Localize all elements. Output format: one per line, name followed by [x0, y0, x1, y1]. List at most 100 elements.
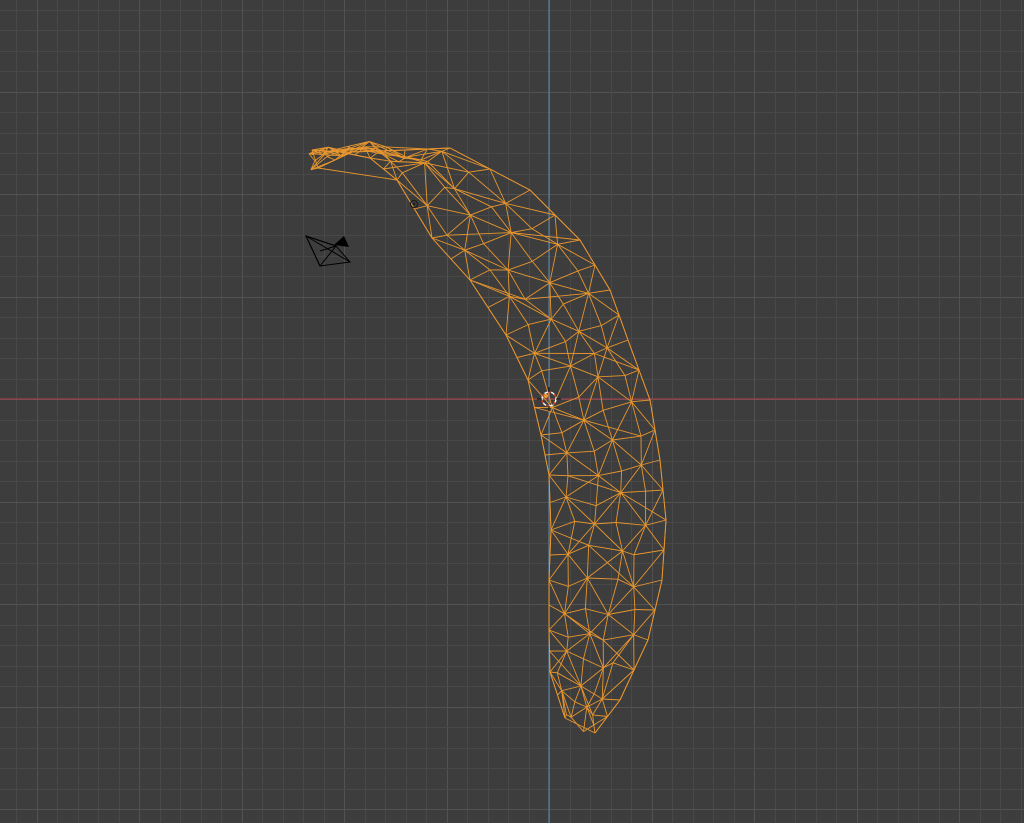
mesh-edge: [593, 724, 596, 734]
mesh-edge: [602, 401, 632, 411]
mesh-edge: [570, 365, 599, 378]
mesh-edge: [566, 452, 599, 476]
mesh-edge: [593, 451, 599, 476]
mesh-edge: [645, 525, 665, 551]
mesh-edge: [426, 205, 448, 236]
mesh-edge: [557, 672, 582, 687]
mesh-edge: [426, 186, 446, 207]
mesh-edge: [606, 347, 626, 376]
mesh-edge: [509, 295, 552, 320]
mesh-edge: [566, 452, 569, 476]
mesh-edge: [606, 314, 620, 349]
mesh-edge: [564, 586, 569, 614]
mesh-edge: [601, 314, 620, 326]
mesh-edge: [469, 279, 526, 300]
mesh-edge: [641, 459, 661, 466]
mesh-edge: [427, 161, 455, 190]
mesh-edge: [622, 524, 646, 552]
mesh-edge: [444, 186, 471, 216]
mesh-edge: [557, 243, 596, 266]
3d-viewport[interactable]: [0, 0, 1024, 823]
mesh-edge: [595, 475, 599, 506]
mesh-edge: [587, 550, 623, 579]
mesh-edge: [549, 282, 552, 320]
mesh-edge: [578, 331, 595, 354]
camera-icon[interactable]: [305, 235, 351, 267]
mesh-edge: [595, 492, 621, 507]
mesh-edge: [620, 490, 646, 494]
mesh-edge: [578, 293, 589, 332]
mesh-edge: [557, 244, 579, 272]
mesh-edge: [597, 347, 608, 377]
mesh-edge: [577, 264, 596, 272]
mesh-edge: [645, 489, 664, 526]
mesh-edge: [505, 324, 529, 336]
mesh-edge: [602, 698, 621, 701]
mesh-edge: [574, 701, 587, 708]
mesh-edge: [516, 352, 535, 358]
mesh-edge: [554, 214, 559, 245]
mesh-edge: [531, 214, 556, 230]
mesh-edge: [611, 439, 623, 472]
mesh-edge: [531, 228, 558, 245]
mesh-edge: [597, 375, 626, 378]
mesh-edge: [548, 452, 568, 476]
mesh-edge: [593, 693, 603, 700]
mesh-edge: [549, 671, 563, 691]
mesh-edge: [612, 634, 635, 664]
mesh-edge: [597, 376, 604, 411]
mesh-edge: [549, 650, 582, 687]
mesh-edge: [579, 239, 611, 291]
viewport-canvas[interactable]: [0, 0, 1024, 823]
mesh-edge: [598, 470, 622, 477]
mesh-edge: [592, 714, 608, 717]
mesh-edge: [468, 168, 491, 173]
mesh-edge: [509, 296, 529, 325]
mesh-edge: [557, 239, 581, 245]
mesh-edge: [588, 264, 596, 294]
mesh-edge: [620, 470, 623, 493]
mesh-edge: [396, 179, 428, 207]
mesh-edge: [631, 369, 640, 402]
mesh-edge: [524, 282, 551, 300]
mesh-edge: [528, 318, 552, 326]
mesh-edge: [531, 261, 551, 283]
mesh-edge: [633, 586, 656, 611]
mesh-edge: [548, 474, 567, 498]
mesh-edge: [585, 608, 609, 615]
mesh-edge: [449, 147, 531, 191]
mesh-edge: [534, 407, 585, 421]
mesh-edge: [570, 365, 580, 398]
mesh-edge: [450, 249, 465, 260]
mesh-edge: [548, 553, 569, 581]
mesh-edge: [607, 614, 634, 636]
mesh-edge: [615, 522, 623, 552]
mesh-edge: [594, 505, 597, 525]
mesh-edge: [634, 609, 656, 611]
mesh-edge: [556, 650, 568, 673]
mesh-edge: [427, 205, 471, 216]
viewport-grid: [0, 0, 1024, 823]
mesh-edge: [568, 633, 590, 638]
mesh-edge: [469, 214, 485, 244]
mesh-edge: [534, 352, 571, 367]
mesh-edge: [548, 474, 569, 477]
banana-mesh-wireframe[interactable]: [308, 141, 667, 734]
mesh-edge: [550, 303, 564, 320]
mesh-edge: [505, 202, 556, 216]
mesh-edge: [507, 260, 533, 271]
mesh-edge: [620, 492, 646, 526]
mesh-edge: [593, 353, 599, 377]
mesh-edge: [446, 214, 471, 236]
mesh-edge: [633, 586, 636, 610]
mesh-edge: [552, 407, 585, 421]
mesh-edge: [578, 397, 585, 421]
mesh-edge: [583, 419, 642, 437]
mesh-edge: [491, 202, 506, 208]
mesh-edge: [583, 419, 613, 441]
mesh-edge: [431, 237, 471, 281]
mesh-edge: [549, 671, 558, 674]
mesh-edge: [511, 228, 533, 234]
mesh-edge: [580, 658, 584, 687]
mesh-edge: [396, 172, 403, 181]
